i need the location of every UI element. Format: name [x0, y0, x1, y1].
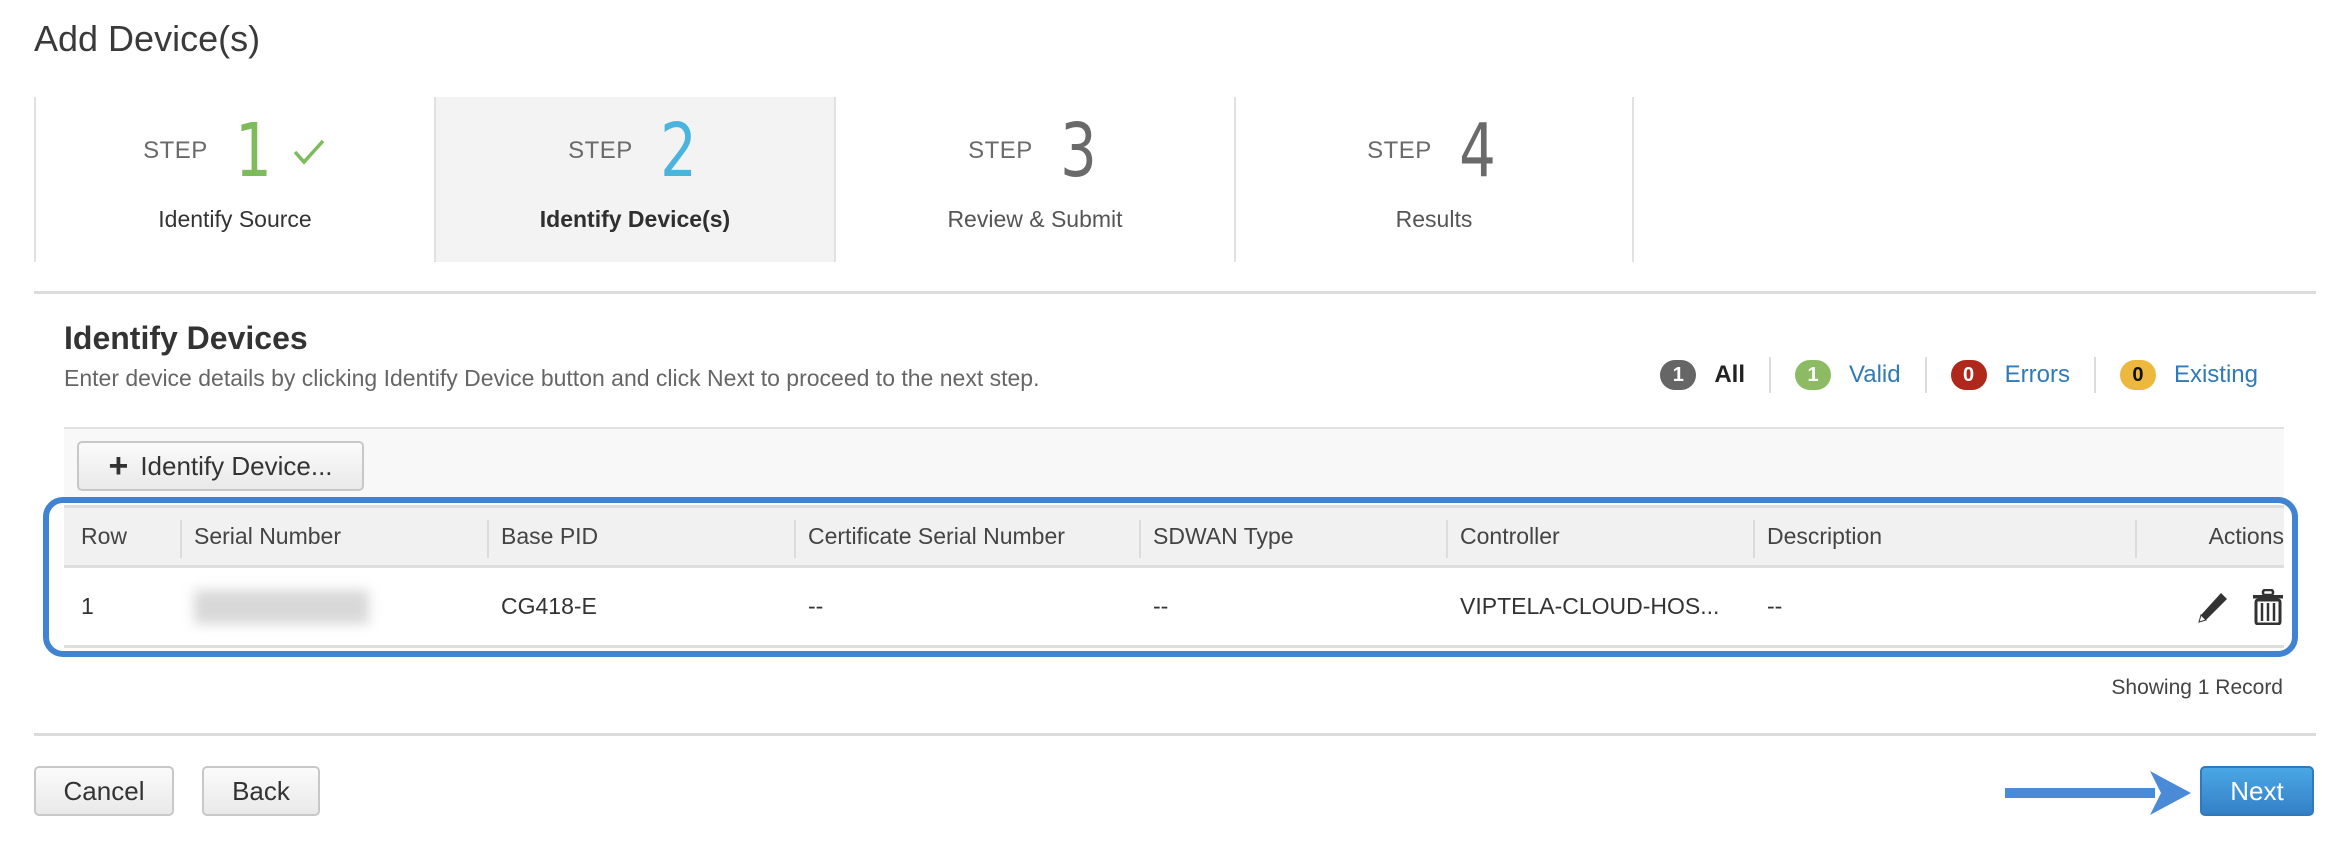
table-toolbar: + Identify Device...	[64, 427, 2284, 497]
count-badge: 1	[1795, 360, 1832, 390]
column-header-controller[interactable]: Controller	[1446, 507, 1753, 567]
cell-actions	[2135, 566, 2284, 648]
column-header-certificate-serial[interactable]: Certificate Serial Number	[794, 507, 1139, 567]
step-word: STEP	[568, 136, 633, 164]
next-button[interactable]: Next	[2200, 766, 2314, 816]
divider	[34, 733, 2316, 736]
section-description: Enter device details by clicking Identif…	[64, 365, 1040, 391]
divider	[34, 291, 2316, 294]
cell-controller: VIPTELA-CLOUD-HOS...	[1446, 566, 1753, 648]
step-identify-source[interactable]: STEP 1 Identify Source	[34, 97, 434, 262]
identify-device-button[interactable]: + Identify Device...	[77, 441, 364, 491]
step-number: 1	[234, 107, 272, 194]
check-icon	[293, 139, 325, 165]
filter-valid[interactable]: 1 Valid	[1769, 357, 1925, 393]
column-header-description[interactable]: Description	[1753, 507, 2135, 567]
step-label: Review & Submit	[947, 206, 1123, 232]
step-label: Identify Source	[158, 206, 312, 232]
count-badge: 0	[2119, 360, 2156, 390]
filter-all[interactable]: 1 All	[1636, 357, 1769, 393]
filter-existing[interactable]: 0 Existing	[2093, 357, 2258, 393]
delete-icon[interactable]	[2252, 588, 2284, 625]
table-header-row: Row Serial Number Base PID Certificate S…	[64, 506, 2284, 567]
filter-errors[interactable]: 0 Errors	[1924, 357, 2094, 393]
cell-row: 1	[64, 566, 180, 648]
column-header-row[interactable]: Row	[64, 507, 180, 567]
table-row: 1 CG418-E -- -- VIPTELA-CLOUD-HOS... --	[64, 566, 2284, 648]
record-count: Showing 1 Record	[2111, 676, 2283, 699]
devices-table: Row Serial Number Base PID Certificate S…	[64, 505, 2284, 648]
column-header-base-pid[interactable]: Base PID	[487, 507, 794, 567]
identify-device-label: Identify Device...	[140, 450, 333, 481]
page-title: Add Device(s)	[34, 18, 261, 59]
back-button[interactable]: Back	[202, 766, 320, 816]
step-identify-devices[interactable]: STEP 2 Identify Device(s)	[434, 97, 834, 262]
column-header-actions: Actions	[2135, 507, 2284, 567]
cell-serial-number	[180, 566, 487, 648]
step-number: 4	[1458, 107, 1496, 194]
step-results[interactable]: STEP 4 Results	[1234, 97, 1634, 262]
cell-base-pid: CG418-E	[487, 566, 794, 648]
step-number: 2	[659, 107, 697, 194]
column-header-sdwan-type[interactable]: SDWAN Type	[1139, 507, 1446, 567]
cell-sdwan-type: --	[1139, 566, 1446, 648]
step-review-submit[interactable]: STEP 3 Review & Submit	[834, 97, 1234, 262]
step-word: STEP	[1367, 136, 1432, 164]
column-header-serial-number[interactable]: Serial Number	[180, 507, 487, 567]
section-title: Identify Devices	[64, 320, 308, 356]
filter-label: Errors	[2004, 361, 2070, 388]
redacted-serial	[194, 589, 369, 624]
filter-label: All	[1714, 361, 1746, 388]
plus-icon: +	[108, 447, 129, 485]
step-number: 3	[1059, 107, 1097, 194]
count-badge: 0	[1950, 360, 1987, 390]
cancel-button[interactable]: Cancel	[34, 766, 174, 816]
edit-icon[interactable]	[2196, 590, 2230, 624]
arrow-annotation-icon	[2005, 771, 2191, 815]
cell-description: --	[1753, 566, 2135, 648]
wizard-steps: STEP 1 Identify Source STEP 2 Identify D…	[34, 97, 1634, 262]
cell-certificate-serial: --	[794, 566, 1139, 648]
step-label: Results	[1395, 206, 1473, 232]
step-word: STEP	[968, 136, 1033, 164]
status-filters: 1 All 1 Valid 0 Errors 0 Existing	[1636, 357, 2258, 393]
filter-label: Existing	[2173, 361, 2258, 388]
count-badge: 1	[1660, 360, 1697, 390]
step-word: STEP	[143, 136, 208, 164]
step-label: Identify Device(s)	[539, 206, 731, 232]
filter-label: Valid	[1849, 361, 1901, 388]
